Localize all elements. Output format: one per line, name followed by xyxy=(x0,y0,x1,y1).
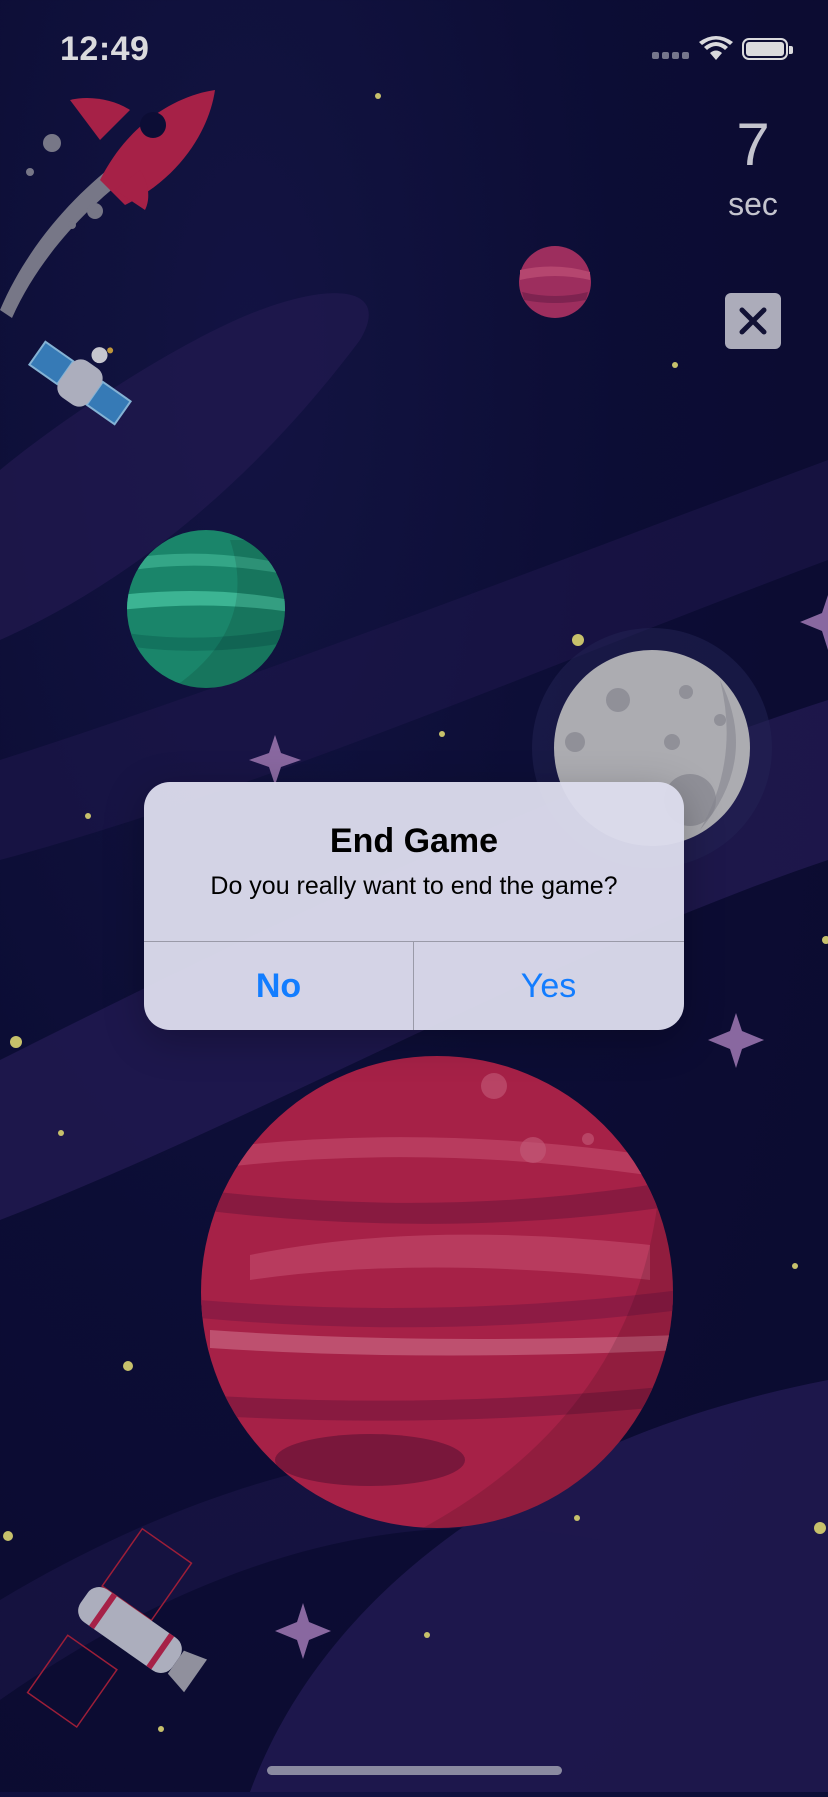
yes-button[interactable]: Yes xyxy=(414,942,683,1030)
alert-title: End Game xyxy=(329,822,499,860)
home-indicator[interactable] xyxy=(267,1766,562,1775)
no-button[interactable]: No xyxy=(144,942,413,1030)
alert-message: Do you really want to end the game? xyxy=(210,872,618,900)
end-game-alert: End Game Do you really want to end the g… xyxy=(144,782,684,1030)
